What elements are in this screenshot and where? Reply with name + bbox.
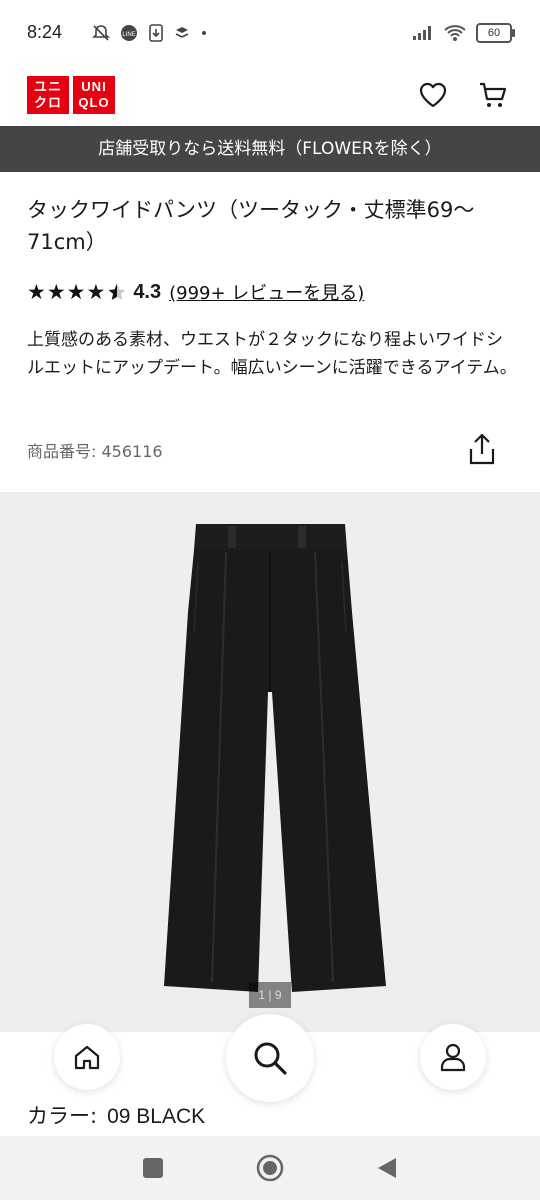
logo-katakana-line2: クロ	[33, 95, 62, 110]
logo-katakana-line1: ユニ	[33, 79, 62, 94]
status-bar: 8:24 LINE 60	[0, 0, 540, 66]
cart-icon	[480, 82, 507, 107]
rating-score: 4.3	[133, 280, 162, 303]
line-app-icon: LINE	[121, 25, 137, 41]
logo-latin-line2: QLO	[78, 95, 110, 110]
share-icon	[469, 433, 495, 465]
signal-icon	[413, 26, 431, 40]
color-selection: カラー: 09 BLACK	[27, 1100, 205, 1130]
home-icon	[74, 1045, 100, 1070]
download-icon	[149, 24, 163, 42]
account-icon	[440, 1043, 466, 1072]
product-title: タックワイドパンツ（ツータック・丈標準69〜71cm）	[27, 198, 475, 254]
logo-latin-block: UNI QLO	[73, 76, 115, 114]
color-value: 09 BLACK	[107, 1105, 206, 1128]
status-icons-right: 60	[412, 22, 515, 44]
product-number: 商品番号: 456116	[27, 442, 163, 461]
recents-icon[interactable]	[143, 1158, 163, 1178]
cart-button[interactable]	[476, 78, 510, 112]
account-nav-button[interactable]	[420, 1024, 486, 1090]
back-icon[interactable]	[376, 1156, 398, 1180]
wishlist-button[interactable]	[416, 78, 450, 112]
system-navigation-bar	[0, 1136, 540, 1200]
status-time: 8:24	[27, 22, 63, 42]
image-pager: 1 | 9	[249, 982, 291, 1008]
logo-latin-line1: UNI	[81, 79, 107, 94]
product-description: 上質感のある素材、ウエストが２タックになり程よいワイドシルエットにアップデート。…	[27, 330, 517, 378]
rating-stars: ★★★★	[27, 280, 107, 304]
heart-icon	[419, 82, 447, 108]
search-icon	[254, 1042, 287, 1075]
promo-banner[interactable]: 店舗受取りなら送料無料（FLOWERを除く）	[0, 126, 540, 172]
battery-icon: 60	[476, 23, 515, 43]
status-icons-left: LINE	[92, 22, 208, 44]
logo-katakana-block: ユニ クロ	[27, 76, 69, 114]
layers-icon	[175, 27, 189, 38]
review-link[interactable]: (999+ レビューを見る)	[169, 279, 364, 305]
home-nav-button[interactable]	[54, 1024, 120, 1090]
home-circle-icon[interactable]	[256, 1154, 284, 1182]
search-nav-button[interactable]	[226, 1014, 314, 1102]
color-label: カラー:	[27, 1104, 98, 1128]
product-image-viewer[interactable]	[0, 492, 540, 1032]
svg-text:LINE: LINE	[122, 32, 135, 38]
half-star-icon	[108, 283, 126, 300]
product-image[interactable]	[0, 492, 540, 1032]
rating-row[interactable]: ★★★★ 4.3 (999+ レビューを見る)	[27, 278, 364, 306]
share-button[interactable]	[466, 432, 500, 468]
uniqlo-logo[interactable]: ユニ クロ UNI QLO	[27, 76, 115, 114]
wifi-icon	[444, 25, 466, 41]
mute-icon	[92, 25, 110, 41]
dot-icon	[202, 31, 206, 35]
